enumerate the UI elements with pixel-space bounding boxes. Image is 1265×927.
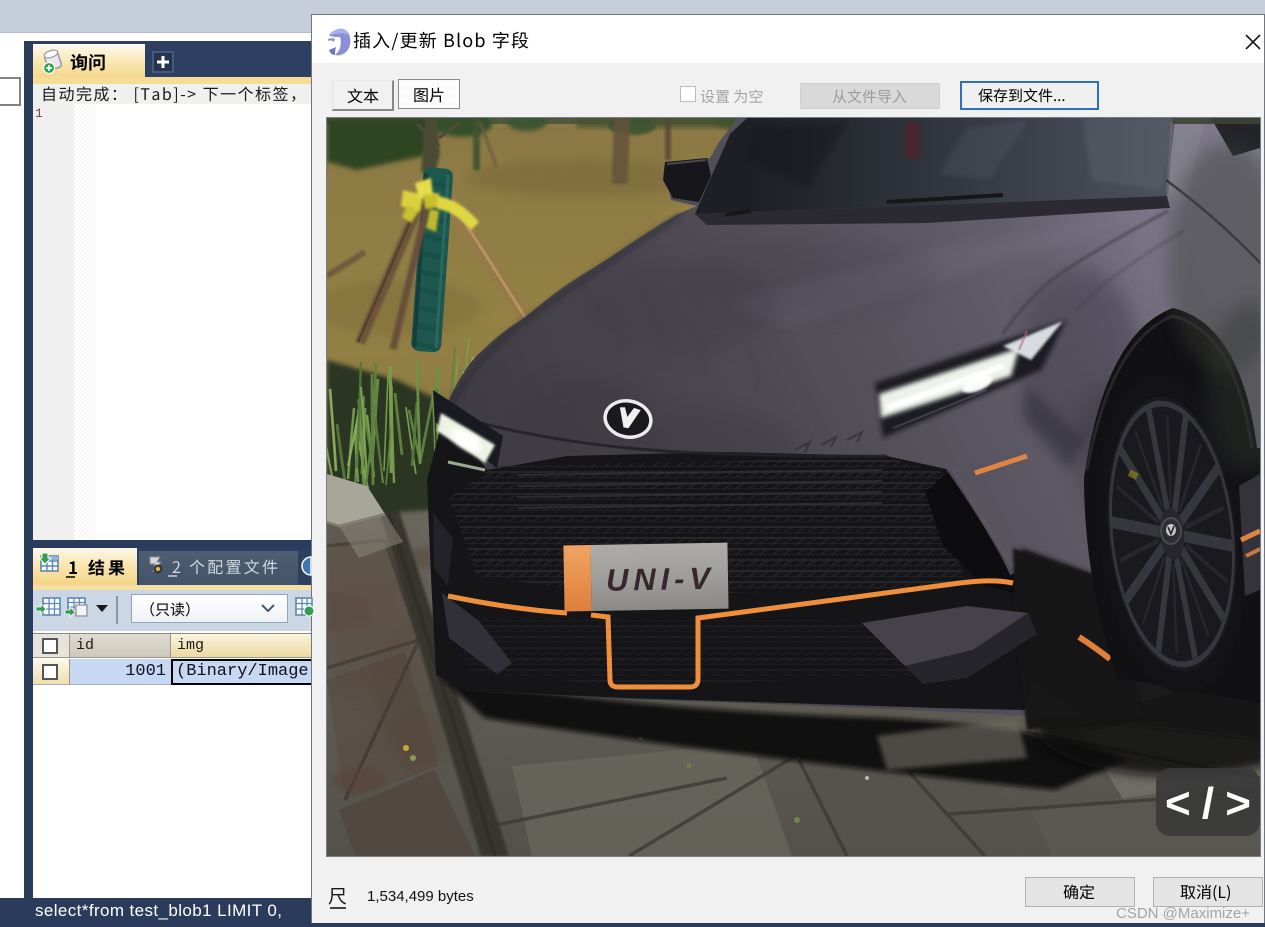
svg-text:</>: </> — [1165, 779, 1251, 828]
